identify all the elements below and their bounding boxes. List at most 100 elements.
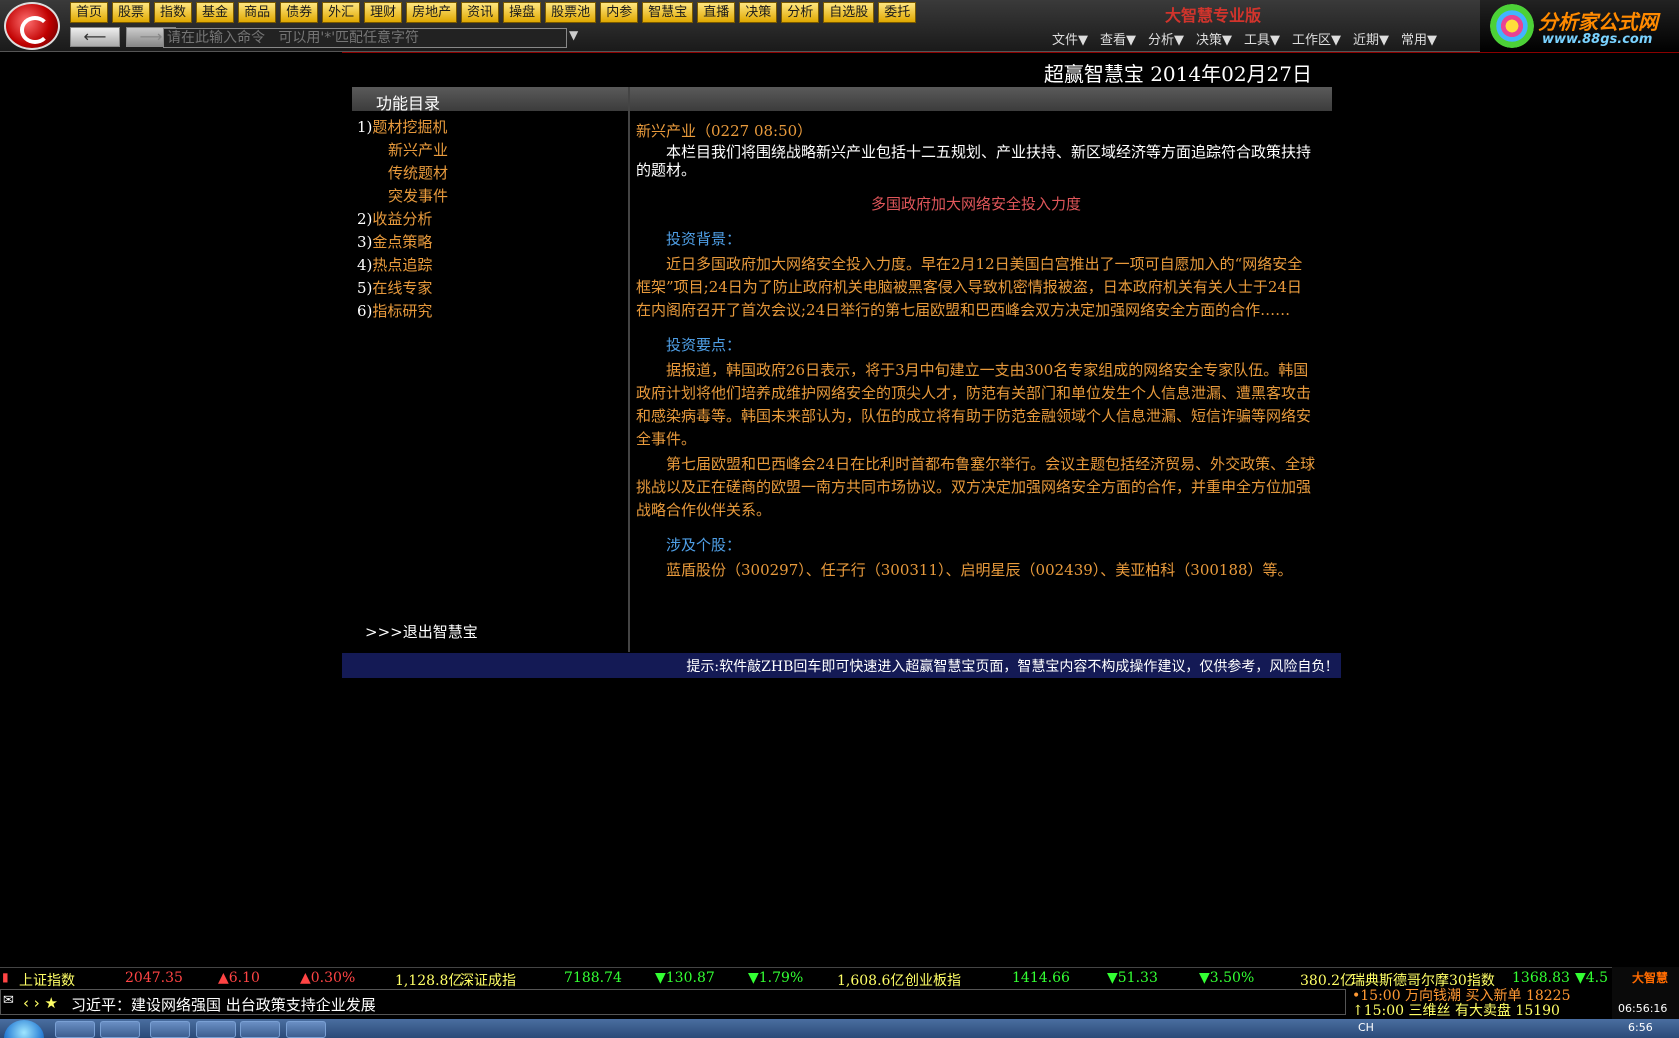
taskbar-app3-icon[interactable]	[150, 1021, 190, 1038]
function-menu: 1)题材挖掘机 新兴产业 传统题材 突发事件 2)收益分析 3)金点策略 4)热…	[357, 116, 622, 323]
mail-icon[interactable]: ✉	[3, 993, 14, 1008]
sidebar-item-expert[interactable]: 5)在线专家	[357, 277, 622, 300]
paragraph-background: 近日多国政府加大网络安全投入力度。早在2月12日美国白宫推出了一项可自愿加入的“…	[636, 255, 1303, 319]
sidebar-item-hotspot[interactable]: 4)热点追踪	[357, 254, 622, 277]
ticker-sh-name: 上证指数	[19, 973, 75, 988]
exit-link[interactable]: >>>退出智慧宝	[365, 621, 478, 642]
clock-brand: 大智慧	[1632, 971, 1669, 985]
nav-home[interactable]: 首页	[70, 2, 109, 23]
sidebar-subitem-emerging[interactable]: 新兴产业	[357, 139, 622, 162]
taskbar-explorer-icon[interactable]	[100, 1021, 140, 1038]
article-headline: 多国政府加大网络安全投入力度	[870, 195, 1081, 213]
paragraph-related-stocks: 蓝盾股份（300297）、任子行（300311）、启明星辰（002439）、美亚…	[666, 561, 1293, 579]
command-dropdown-icon[interactable]: ▼	[569, 28, 578, 42]
top-toolbar: 首页 股票 指数 基金 商品 债券 外汇 理财 房地产 资讯 操盘 股票池 内参…	[0, 0, 1679, 52]
ticker-sz-volume: 1,608.6亿	[837, 973, 905, 988]
ticker-cy-price: 1414.66	[1012, 970, 1070, 986]
nav-buttons: 首页 股票 指数 基金 商品 债券 外汇 理财 房地产 资讯 操盘 股票池 内参…	[70, 2, 917, 23]
nav-index[interactable]: 指数	[154, 2, 193, 23]
ticker-omx-change: ▼4.5	[1575, 970, 1609, 986]
ticker-sz-pct: ▼1.79%	[748, 970, 804, 986]
nav-stockpool[interactable]: 股票池	[545, 2, 597, 23]
sidebar-item-indicator[interactable]: 6)指标研究	[357, 300, 622, 323]
ticker-cy-pct: ▼3.50%	[1199, 970, 1255, 986]
section-background: 投资背景：	[666, 230, 742, 248]
menu-decision[interactable]: 决策▼	[1196, 29, 1232, 48]
sidebar-item-strategy[interactable]: 3)金点策略	[357, 231, 622, 254]
back-button[interactable]: ⟵	[70, 27, 120, 47]
ticker-omx-name: 瑞典斯德哥尔摩30指数	[1351, 973, 1495, 988]
ticker-omx-price: 1368.83	[1512, 970, 1570, 986]
nav-fund[interactable]: 基金	[196, 2, 235, 23]
clock-time: 06:56:16	[1618, 1002, 1668, 1015]
nav-commodity[interactable]: 商品	[238, 2, 277, 23]
article-content: 新兴产业（0227 08:50） 本栏目我们将围绕战略新兴产业包括十二五规划、产…	[636, 120, 1316, 582]
nav-live[interactable]: 直播	[697, 2, 736, 23]
menu-common[interactable]: 常用▼	[1401, 29, 1437, 48]
ticker-cy-volume: 380.2亿	[1300, 973, 1355, 988]
alarm-icon: ▮	[2, 970, 9, 984]
corner-watermark-logo: 分析家公式网 www.88gs.com	[1480, 0, 1679, 52]
windows-taskbar: CH 6:56	[0, 1019, 1679, 1038]
tip-text: 提示:软件敲ZHB回车即可快速进入超赢智慧宝页面，智慧宝内容不构成操作建议，仅供…	[686, 659, 1331, 675]
sidebar-subitem-traditional[interactable]: 传统题材	[357, 162, 622, 185]
ticker-sh-volume: 1,128.8亿	[395, 973, 463, 988]
market-ticker[interactable]: ▮ 上证指数 2047.35 ▲6.10 ▲0.30% 1,128.8亿 深证成…	[0, 967, 1679, 988]
news-nav-arrows-icon[interactable]: ‹ › ★	[23, 994, 58, 1012]
nav-order[interactable]: 委托	[878, 2, 917, 23]
nav-realestate[interactable]: 房地产	[406, 2, 458, 23]
header-divider	[342, 52, 1679, 53]
ticker-sh-change: ▲6.10	[218, 970, 260, 986]
taskbar-ie-icon[interactable]	[55, 1021, 95, 1038]
ticker-sz-name: 深证成指	[460, 973, 516, 988]
ticker-sh-price: 2047.35	[125, 970, 183, 986]
taskbar-dzh-icon[interactable]	[286, 1021, 326, 1038]
nav-forex[interactable]: 外汇	[322, 2, 361, 23]
ticker-sz-change: ▼130.87	[655, 970, 715, 986]
nav-bond[interactable]: 债券	[280, 2, 319, 23]
menu-workspace[interactable]: 工作区▼	[1292, 29, 1341, 48]
brand-title: 大智慧专业版	[1165, 6, 1262, 25]
alert-line-2: ↑15:00 三维丝 有大卖盘 15190	[1352, 1003, 1560, 1019]
menu-view[interactable]: 查看▼	[1100, 29, 1136, 48]
nav-news[interactable]: 资讯	[461, 2, 500, 23]
article-intro: 本栏目我们将围绕战略新兴产业包括十二五规划、产业扶持、新区域经济等方面追踪符合政…	[636, 143, 1312, 179]
sidebar-subitem-breaking[interactable]: 突发事件	[357, 185, 622, 208]
sidebar-item-returns[interactable]: 2)收益分析	[357, 208, 622, 231]
page-title: 超赢智慧宝 2014年02月27日	[1043, 62, 1312, 86]
menu-file[interactable]: 文件▼	[1052, 29, 1088, 48]
command-input[interactable]	[163, 28, 567, 48]
sidebar-item-topic-miner[interactable]: 1)题材挖掘机	[357, 116, 622, 139]
taskbar-app4-icon[interactable]	[196, 1021, 236, 1038]
nav-insider[interactable]: 内参	[600, 2, 639, 23]
tray-clock[interactable]: 6:56	[1628, 1021, 1653, 1034]
tray-language[interactable]: CH	[1358, 1021, 1374, 1034]
news-headline[interactable]: 习近平：建设网络强国 出台政策支持企业发展	[71, 994, 376, 1015]
nav-analysis[interactable]: 分析	[781, 2, 820, 23]
ticker-cy-change: ▼51.33	[1107, 970, 1158, 986]
corner-logo-title: 分析家公式网	[1538, 10, 1658, 34]
flower-icon	[1490, 4, 1534, 48]
article-title: 新兴产业（0227 08:50）	[636, 122, 813, 140]
nav-zhihuibao[interactable]: 智慧宝	[642, 2, 694, 23]
app-logo-icon[interactable]	[4, 2, 60, 50]
paragraph-key-points-2: 第七届欧盟和巴西峰会24日在比利时首都布鲁塞尔举行。会议主题包括经济贸易、外交政…	[636, 455, 1316, 519]
section-key-points: 投资要点：	[666, 336, 742, 354]
nav-trade[interactable]: 操盘	[503, 2, 542, 23]
nav-decision[interactable]: 决策	[739, 2, 778, 23]
panel-divider	[628, 87, 630, 652]
panel-title: 功能目录	[376, 94, 441, 113]
menu-recent[interactable]: 近期▼	[1353, 29, 1389, 48]
nav-finance[interactable]: 理财	[364, 2, 403, 23]
ticker-sz-price: 7188.74	[564, 970, 622, 986]
news-scroll-bar[interactable]: ✉ ‹ › ★ 习近平：建设网络强国 出台政策支持企业发展	[0, 989, 1346, 1015]
menu-tools[interactable]: 工具▼	[1244, 29, 1280, 48]
realtime-trade-alerts[interactable]: •15:00 万向钱潮 买入新单 18225 ↑15:00 三维丝 有大卖盘 1…	[1352, 989, 1612, 1019]
tip-bar: 提示:软件敲ZHB回车即可快速进入超赢智慧宝页面，智慧宝内容不构成操作建议，仅供…	[342, 653, 1341, 678]
nav-stocks[interactable]: 股票	[112, 2, 151, 23]
taskbar-app5-icon[interactable]	[240, 1021, 280, 1038]
start-button-icon[interactable]	[4, 1020, 44, 1038]
menu-analysis[interactable]: 分析▼	[1148, 29, 1184, 48]
nav-watchlist[interactable]: 自选股	[823, 2, 875, 23]
ticker-cy-name: 创业板指	[905, 973, 961, 988]
